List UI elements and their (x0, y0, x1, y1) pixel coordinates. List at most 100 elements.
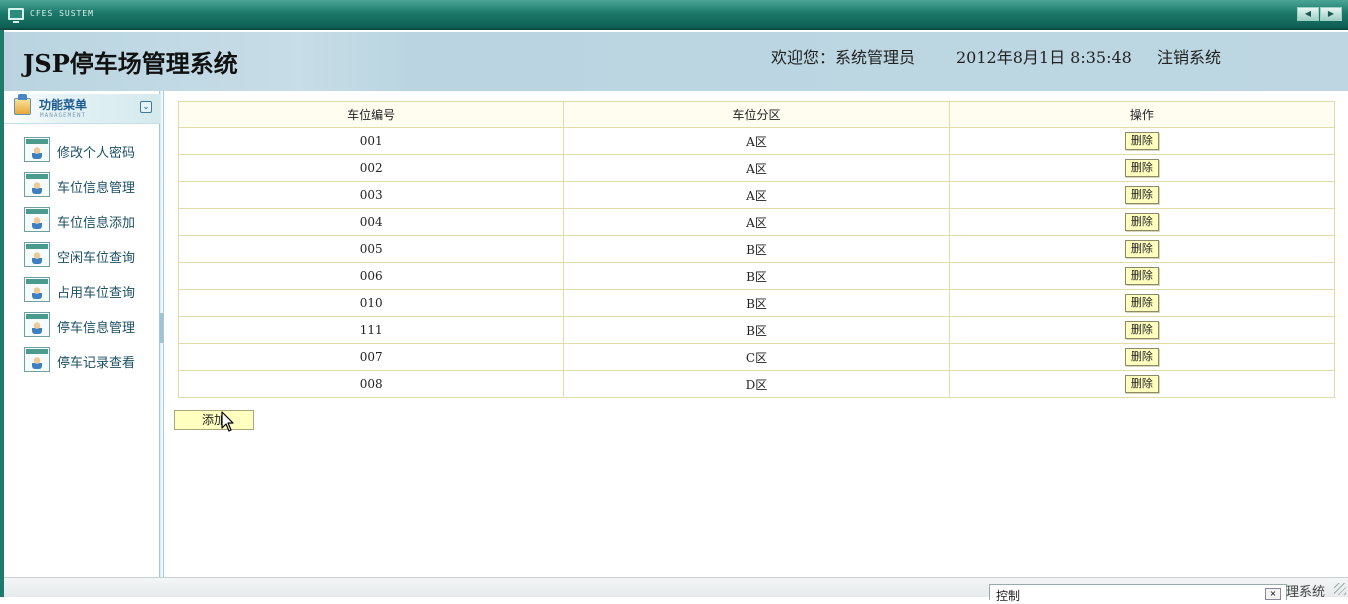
cell-action: 删除 (948, 127, 1336, 155)
table-row: 111 B区 删除 (177, 316, 1336, 344)
cell-space-id: 111 (177, 316, 565, 344)
delete-button[interactable]: 删除 (1124, 159, 1159, 177)
taskbar-close-button[interactable]: × (1265, 588, 1281, 600)
delete-button[interactable]: 删除 (1124, 348, 1159, 366)
sidebar-item-label: 车位信息管理 (57, 181, 136, 196)
menu-title: 功能菜单 (39, 98, 88, 112)
window-title: CFES SUSTEM (30, 9, 94, 18)
menu-subtitle: MANAGEMENT (40, 112, 87, 119)
sidebar-item-label: 停车记录查看 (57, 356, 136, 371)
delete-button[interactable]: 删除 (1124, 294, 1159, 312)
cell-space-id: 002 (177, 154, 565, 182)
status-text: 理系统 (1286, 585, 1326, 600)
column-header-space-id: 车位编号 (177, 101, 565, 128)
sidebar-item-parking-records[interactable]: 停车记录查看 (24, 347, 154, 373)
table-row: 006 B区 删除 (177, 262, 1336, 290)
sidebar-item-label: 停车信息管理 (57, 321, 136, 336)
cell-space-id: 008 (177, 370, 565, 398)
app-title: JSP停车场管理系统 (23, 49, 238, 78)
cell-space-id: 010 (177, 289, 565, 317)
menu-header: 功能菜单 MANAGEMENT ⌄ (4, 94, 160, 124)
delete-button[interactable]: 删除 (1124, 186, 1159, 204)
cell-zone: A区 (563, 127, 950, 155)
cell-action: 删除 (948, 235, 1336, 263)
window-titlebar: CFES SUSTEM ◀ ▶ (0, 0, 1348, 30)
cell-zone: C区 (563, 343, 950, 371)
cell-action: 删除 (948, 343, 1336, 371)
table-row: 007 C区 删除 (177, 343, 1336, 371)
user-card-icon (24, 137, 50, 162)
next-arrow-button[interactable]: ▶ (1320, 7, 1342, 21)
table-row: 003 A区 删除 (177, 181, 1336, 209)
cell-action: 删除 (948, 154, 1336, 182)
datetime-text: 2012年8月1日 8:35:48 (956, 48, 1132, 67)
user-card-icon (24, 347, 50, 372)
column-header-zone: 车位分区 (563, 101, 950, 128)
delete-button[interactable]: 删除 (1124, 240, 1159, 258)
user-card-icon (24, 312, 50, 337)
table-row: 001 A区 删除 (177, 127, 1336, 155)
table-row: 005 B区 删除 (177, 235, 1336, 263)
cell-zone: A区 (563, 181, 950, 209)
taskbar-window-item[interactable]: 控制 × (989, 584, 1287, 603)
cell-space-id: 006 (177, 262, 565, 290)
user-card-icon (24, 242, 50, 267)
parking-space-table: 车位编号 车位分区 操作 001 A区 删除 002 A区 删除 003 A区 … (177, 101, 1336, 398)
table-row: 004 A区 删除 (177, 208, 1336, 236)
app-header: JSP停车场管理系统 欢迎您：系统管理员 2012年8月1日 8:35:48 注… (4, 32, 1348, 91)
cell-zone: D区 (563, 370, 950, 398)
cell-space-id: 004 (177, 208, 565, 236)
menu-home-icon (14, 94, 31, 115)
taskbar: 控制 × 理系统 (4, 577, 1348, 603)
cell-zone: B区 (563, 289, 950, 317)
cell-space-id: 001 (177, 127, 565, 155)
delete-button[interactable]: 删除 (1124, 267, 1159, 285)
sidebar-item-label: 空闲车位查询 (57, 251, 136, 266)
main-content: 车位编号 车位分区 操作 001 A区 删除 002 A区 删除 003 A区 … (165, 91, 1348, 577)
taskbar-item-label: 控制 (996, 589, 1021, 603)
sidebar-item-free-query[interactable]: 空闲车位查询 (24, 242, 154, 268)
user-card-icon (24, 207, 50, 232)
cell-zone: A区 (563, 154, 950, 182)
welcome-text: 欢迎您：系统管理员 (771, 48, 916, 67)
cell-zone: B区 (563, 262, 950, 290)
table-row: 002 A区 删除 (177, 154, 1336, 182)
cell-action: 删除 (948, 181, 1336, 209)
delete-button[interactable]: 删除 (1124, 375, 1159, 393)
cell-space-id: 007 (177, 343, 565, 371)
sidebar-item-space-manage[interactable]: 车位信息管理 (24, 172, 154, 198)
sidebar-item-parking-manage[interactable]: 停车信息管理 (24, 312, 154, 338)
logout-link[interactable]: 注销系统 (1157, 44, 1221, 68)
cell-space-id: 005 (177, 235, 565, 263)
cell-action: 删除 (948, 262, 1336, 290)
cell-zone: A区 (563, 208, 950, 236)
sidebar: 功能菜单 MANAGEMENT ⌄ 修改个人密码 车位信息管理 车位信息添加 空… (4, 91, 160, 577)
collapse-menu-button[interactable]: ⌄ (140, 101, 152, 113)
sidebar-item-label: 修改个人密码 (57, 146, 136, 161)
table-header-row: 车位编号 车位分区 操作 (177, 101, 1336, 128)
cell-zone: B区 (563, 235, 950, 263)
add-button[interactable]: 添加 (174, 410, 254, 430)
splitter-grip[interactable] (160, 313, 163, 343)
table-row: 010 B区 删除 (177, 289, 1336, 317)
sidebar-item-occupied-query[interactable]: 占用车位查询 (24, 277, 154, 303)
user-card-icon (24, 172, 50, 197)
cell-action: 删除 (948, 289, 1336, 317)
sidebar-item-space-add[interactable]: 车位信息添加 (24, 207, 154, 233)
column-header-action: 操作 (948, 101, 1336, 128)
cell-action: 删除 (948, 208, 1336, 236)
sidebar-item-change-password[interactable]: 修改个人密码 (24, 137, 154, 163)
delete-button[interactable]: 删除 (1124, 321, 1159, 339)
prev-arrow-button[interactable]: ◀ (1297, 7, 1319, 21)
delete-button[interactable]: 删除 (1124, 213, 1159, 231)
cell-zone: B区 (563, 316, 950, 344)
table-row: 008 D区 删除 (177, 370, 1336, 398)
resize-grip-icon[interactable] (1334, 583, 1346, 595)
cell-space-id: 003 (177, 181, 565, 209)
cell-action: 删除 (948, 316, 1336, 344)
cell-action: 删除 (948, 370, 1336, 398)
delete-button[interactable]: 删除 (1124, 132, 1159, 150)
monitor-icon (8, 8, 24, 23)
sidebar-splitter[interactable] (160, 91, 164, 577)
user-card-icon (24, 277, 50, 302)
